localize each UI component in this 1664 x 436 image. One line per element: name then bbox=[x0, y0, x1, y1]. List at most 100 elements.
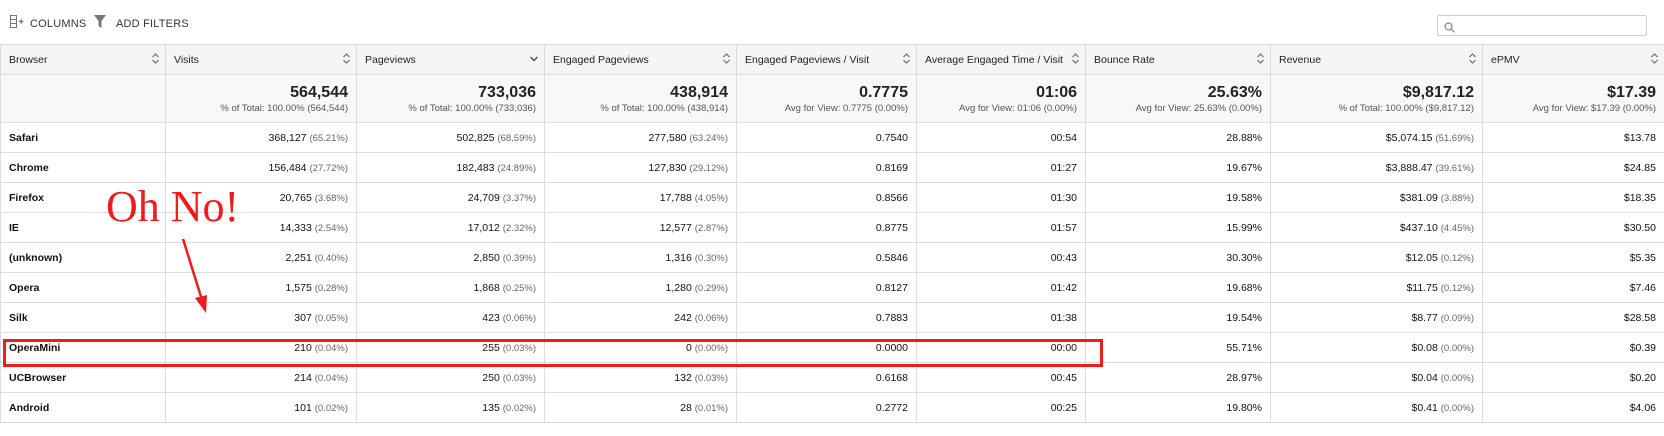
epmv-cell: $24.85 bbox=[1482, 152, 1664, 183]
column-header-revenue[interactable]: Revenue bbox=[1270, 44, 1483, 75]
cell-value: 19.68% bbox=[1226, 281, 1262, 294]
column-header-pageviews[interactable]: Pageviews bbox=[356, 44, 545, 75]
column-header-avg-engaged-time[interactable]: Average Engaged Time / Visit bbox=[916, 44, 1086, 75]
table-row[interactable]: OperaMini 210 (0.04%) 255 (0.03%) 0 (0.00%)… bbox=[0, 332, 1664, 363]
add-filters-button[interactable]: ADD FILTERS bbox=[94, 15, 189, 32]
column-header-epmv[interactable]: ePMV bbox=[1482, 44, 1664, 75]
epmv-cell: $4.06 bbox=[1482, 392, 1664, 423]
engaged-pageviews-cell: 1,316 (0.30%) bbox=[544, 242, 737, 273]
cell-value: $0.08 bbox=[1411, 341, 1438, 354]
cell-value: 19.58% bbox=[1226, 191, 1262, 204]
columns-button[interactable]: COLUMNS bbox=[10, 15, 86, 32]
column-header-browser[interactable]: Browser bbox=[0, 44, 166, 75]
engaged-pageviews-cell: 1,280 (0.29%) bbox=[544, 272, 737, 303]
avg-engaged-time-cell: 01:27 bbox=[916, 152, 1086, 183]
cell-percent: (2.32%) bbox=[502, 222, 536, 234]
cell-value: $7.46 bbox=[1629, 281, 1656, 294]
cell-percent: (2.87%) bbox=[694, 222, 728, 234]
sort-icon[interactable] bbox=[152, 53, 159, 67]
cell-value: 30.30% bbox=[1226, 251, 1262, 264]
revenue-cell: $0.04 (0.00%) bbox=[1270, 362, 1483, 393]
pageviews-cell: 250 (0.03%) bbox=[356, 362, 545, 393]
cell-value: $18.35 bbox=[1623, 191, 1656, 204]
table-row[interactable]: Opera 1,575 (0.28%) 1,868 (0.25%) 1,280 (0.… bbox=[0, 272, 1664, 303]
browser-cell: Opera bbox=[0, 272, 166, 303]
cell-value: $4.06 bbox=[1629, 401, 1656, 414]
engaged-pageviews-cell: 242 (0.06%) bbox=[544, 302, 737, 333]
sort-icon[interactable] bbox=[1257, 53, 1264, 67]
cell-value: 0.6168 bbox=[875, 371, 908, 384]
column-header-visits[interactable]: Visits bbox=[165, 44, 357, 75]
totals-cell: 438,914% of Total: 100.00% (438,914) bbox=[544, 74, 737, 123]
cell-value: $28.58 bbox=[1623, 311, 1656, 324]
chevron-down-icon[interactable] bbox=[530, 53, 538, 67]
cell-value: 502,825 bbox=[456, 131, 495, 144]
table-row[interactable]: (unknown) 2,251 (0.40%) 2,850 (0.39%) 1,316… bbox=[0, 242, 1664, 273]
cell-value: Chrome bbox=[9, 161, 49, 174]
cell-value: 28 bbox=[680, 401, 692, 414]
pageviews-cell: 255 (0.03%) bbox=[356, 332, 545, 363]
revenue-cell: $12.05 (0.12%) bbox=[1270, 242, 1483, 273]
cell-value: 19.67% bbox=[1226, 161, 1262, 174]
table-row[interactable]: UCBrowser 214 (0.04%) 250 (0.03%) 132 (0.03… bbox=[0, 362, 1664, 393]
engaged-pageviews-cell: 12,577 (2.87%) bbox=[544, 212, 737, 243]
table-row[interactable]: Firefox 20,765 (3.68%) 24,709 (3.37%) 17,78… bbox=[0, 182, 1664, 213]
sort-icon[interactable] bbox=[723, 53, 730, 67]
revenue-cell: $0.41 (0.00%) bbox=[1270, 392, 1483, 423]
cell-percent: (27.72%) bbox=[309, 162, 348, 174]
cell-value: $13.78 bbox=[1623, 131, 1656, 144]
browser-cell: Safari bbox=[0, 122, 166, 153]
cell-value: Silk bbox=[9, 311, 28, 324]
cell-value: IE bbox=[9, 221, 19, 234]
sort-icon[interactable] bbox=[1469, 53, 1476, 67]
engaged-per-visit-cell: 0.2772 bbox=[736, 392, 917, 423]
engaged-per-visit-cell: 0.0000 bbox=[736, 332, 917, 363]
table-row[interactable]: Chrome 156,484 (27.72%) 182,483 (24.89%) 12… bbox=[0, 152, 1664, 183]
avg-engaged-time-cell: 00:00 bbox=[916, 332, 1086, 363]
column-header-engaged-per-visit[interactable]: Engaged Pageviews / Visit bbox=[736, 44, 917, 75]
browser-cell: Silk bbox=[0, 302, 166, 333]
cell-percent: (68.59%) bbox=[497, 132, 536, 144]
pageviews-cell: 502,825 (68.59%) bbox=[356, 122, 545, 153]
sort-icon[interactable] bbox=[903, 53, 910, 67]
cell-value: 01:38 bbox=[1050, 311, 1077, 324]
sort-icon[interactable] bbox=[343, 53, 350, 67]
epmv-cell: $18.35 bbox=[1482, 182, 1664, 213]
cell-value: 127,830 bbox=[648, 161, 687, 174]
engaged-pageviews-cell: 0 (0.00%) bbox=[544, 332, 737, 363]
cell-percent: (0.06%) bbox=[694, 312, 728, 324]
filter-icon bbox=[94, 15, 106, 32]
sort-icon[interactable] bbox=[1651, 53, 1658, 67]
visits-cell: 210 (0.04%) bbox=[165, 332, 357, 363]
add-filters-label: ADD FILTERS bbox=[116, 17, 189, 30]
cell-value: 307 bbox=[294, 311, 312, 324]
sort-icon[interactable] bbox=[1072, 53, 1079, 67]
avg-engaged-time-cell: 01:38 bbox=[916, 302, 1086, 333]
cell-percent: (29.12%) bbox=[689, 162, 728, 174]
browser-cell: (unknown) bbox=[0, 242, 166, 273]
column-header-bounce-rate[interactable]: Bounce Rate bbox=[1085, 44, 1271, 75]
search-input[interactable] bbox=[1460, 16, 1644, 36]
avg-engaged-time-cell: 00:54 bbox=[916, 122, 1086, 153]
cell-percent: (0.40%) bbox=[314, 252, 348, 264]
cell-percent: (3.88%) bbox=[1440, 192, 1474, 204]
table-row[interactable]: Safari 368,127 (65.21%) 502,825 (68.59%) 27… bbox=[0, 122, 1664, 153]
header-row: Browser Visits Pageviews Engaged Pagevie… bbox=[0, 44, 1664, 75]
column-header-engaged-pageviews[interactable]: Engaged Pageviews bbox=[544, 44, 737, 75]
search-box[interactable] bbox=[1437, 15, 1647, 36]
cell-percent: (24.89%) bbox=[497, 162, 536, 174]
cell-percent: (39.61%) bbox=[1435, 162, 1474, 174]
totals-cell: 564,544% of Total: 100.00% (564,544) bbox=[165, 74, 357, 123]
cell-percent: (0.04%) bbox=[314, 342, 348, 354]
bounce-rate-cell: 28.88% bbox=[1085, 122, 1271, 153]
browser-cell: Android bbox=[0, 392, 166, 423]
table-row[interactable]: IE 14,333 (2.54%) 17,012 (2.32%) 12,577 (2.… bbox=[0, 212, 1664, 243]
cell-value: 368,127 bbox=[268, 131, 307, 144]
totals-cell: 25.63% Avg for View: 25.63% (0.00%) bbox=[1085, 74, 1271, 123]
table-row[interactable]: Android 101 (0.02%) 135 (0.02%) 28 (0.01%) 0… bbox=[0, 392, 1664, 423]
cell-value: 01:27 bbox=[1050, 161, 1077, 174]
epmv-cell: $28.58 bbox=[1482, 302, 1664, 333]
revenue-cell: $437.10 (4.45%) bbox=[1270, 212, 1483, 243]
table-row[interactable]: Silk 307 (0.05%) 423 (0.06%) 242 (0.06%) 0.7… bbox=[0, 302, 1664, 333]
engaged-per-visit-cell: 0.8566 bbox=[736, 182, 917, 213]
